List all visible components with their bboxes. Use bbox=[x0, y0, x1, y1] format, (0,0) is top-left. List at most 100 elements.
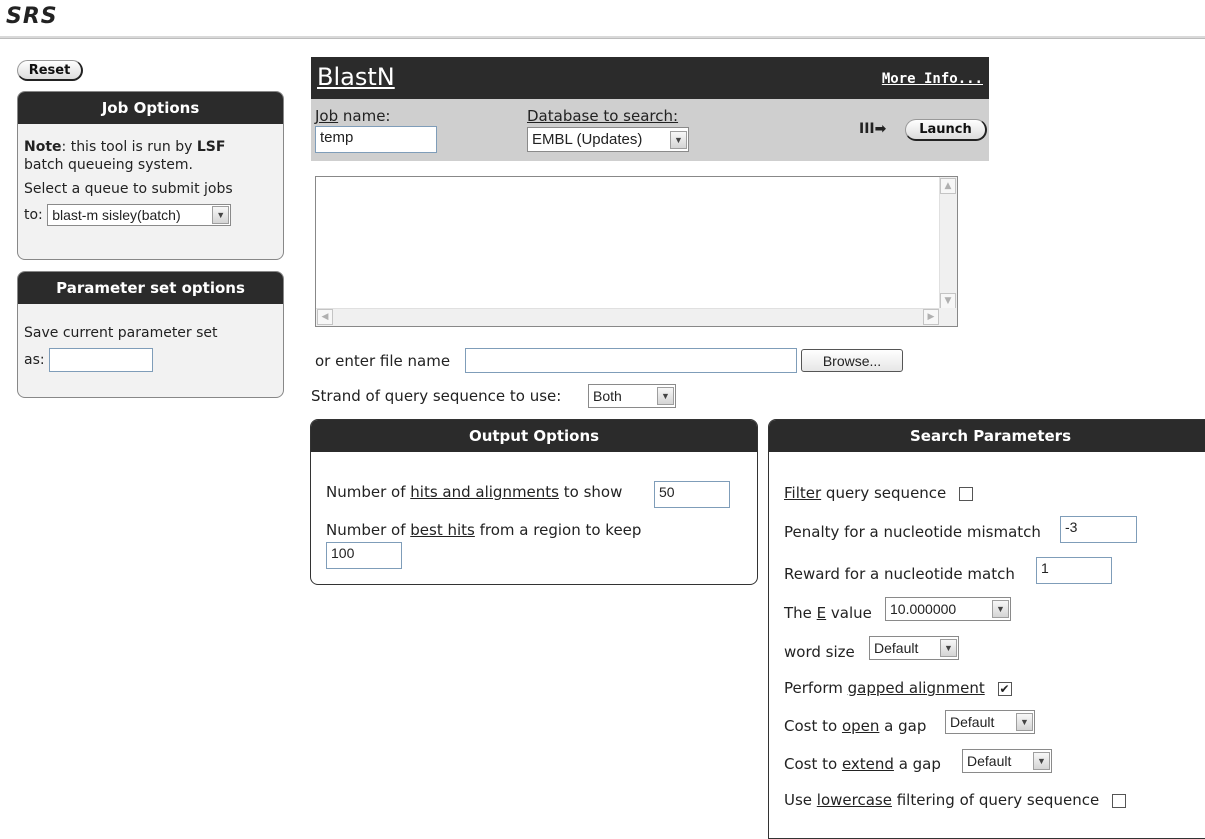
note-text-2: batch queueing system. bbox=[24, 157, 193, 173]
evalue-select-value: 10.000000 bbox=[890, 601, 957, 617]
search-parameters-panel: Search Parameters Filter query sequence … bbox=[768, 419, 1205, 839]
hits-text-post: to show bbox=[559, 483, 623, 501]
database-select[interactable]: EMBL (Updates) ▼ bbox=[527, 127, 689, 152]
srs-logo: SRS bbox=[6, 4, 58, 29]
note-text: : this tool is run by bbox=[61, 139, 197, 155]
job-name-label: Job name: bbox=[315, 107, 391, 125]
filter-row: Filter query sequence bbox=[784, 484, 974, 502]
job-name-label-text: name: bbox=[338, 107, 391, 125]
reward-input[interactable]: 1 bbox=[1036, 557, 1112, 584]
evalue-row: The E value bbox=[784, 604, 872, 622]
best-hits-input[interactable]: 100 bbox=[326, 542, 402, 569]
file-name-label: or enter file name bbox=[315, 352, 451, 370]
queue-instruction: Select a queue to submit jobs bbox=[24, 181, 233, 197]
strand-label: Strand of query sequence to use: bbox=[311, 387, 562, 405]
evalue-link[interactable]: E bbox=[817, 604, 826, 622]
scroll-corner bbox=[939, 308, 957, 326]
evalue-select[interactable]: 10.000000 ▼ bbox=[885, 597, 1011, 621]
note-label: Note bbox=[24, 139, 62, 155]
save-param-text: Save current parameter set bbox=[24, 325, 218, 341]
chevron-down-icon: ▼ bbox=[670, 130, 687, 149]
job-name-input[interactable]: temp bbox=[315, 126, 437, 153]
strand-select[interactable]: Both ▼ bbox=[588, 384, 676, 408]
extend-text-post: a gap bbox=[893, 755, 941, 773]
mismatch-input[interactable]: -3 bbox=[1060, 516, 1137, 543]
reward-label: Reward for a nucleotide match bbox=[784, 565, 1015, 583]
param-set-name-input[interactable] bbox=[49, 348, 154, 372]
browse-button[interactable]: Browse... bbox=[801, 349, 903, 372]
extend-gap-link[interactable]: extend bbox=[842, 755, 894, 773]
evalue-text-post: value bbox=[826, 604, 872, 622]
database-label-link[interactable]: Database to search: bbox=[527, 107, 678, 125]
blastn-job-bar: Job name: temp Database to search: EMBL … bbox=[311, 99, 989, 161]
best-hits-text-post: from a region to keep bbox=[474, 521, 642, 539]
output-options-title: Output Options bbox=[311, 420, 757, 452]
lsf-note: Note: this tool is run by LSF bbox=[24, 138, 277, 156]
chevron-down-icon: ▼ bbox=[940, 639, 957, 657]
word-size-select[interactable]: Default ▼ bbox=[869, 636, 959, 660]
filter-text: query sequence bbox=[821, 484, 947, 502]
textarea-horizontal-scrollbar[interactable]: ◀ ▶ bbox=[316, 308, 940, 326]
lowercase-link[interactable]: lowercase bbox=[817, 791, 892, 809]
launch-arrow-icon: III➡ bbox=[859, 121, 887, 137]
blastn-header: BlastN More Info... bbox=[311, 57, 989, 99]
textarea-vertical-scrollbar[interactable]: ▲ ▼ bbox=[939, 177, 957, 310]
parameter-set-title: Parameter set options bbox=[18, 272, 283, 304]
filter-checkbox[interactable] bbox=[959, 486, 974, 501]
hits-text-pre: Number of bbox=[326, 483, 411, 501]
queue-select-value: blast-m sisley(batch) bbox=[52, 207, 181, 223]
lowercase-checkbox[interactable] bbox=[1111, 793, 1126, 808]
scroll-down-icon[interactable]: ▼ bbox=[940, 293, 956, 309]
chevron-down-icon: ▼ bbox=[1033, 752, 1050, 770]
more-info-link[interactable]: More Info... bbox=[882, 71, 983, 87]
blastn-title-link[interactable]: BlastN bbox=[317, 63, 395, 91]
lowercase-text-post: filtering of query sequence bbox=[891, 791, 1100, 809]
lowercase-text-pre: Use bbox=[784, 791, 817, 809]
best-hits-link[interactable]: best hits bbox=[410, 521, 475, 539]
open-text-pre: Cost to bbox=[784, 717, 842, 735]
as-label: as: bbox=[24, 352, 45, 368]
scroll-left-icon[interactable]: ◀ bbox=[317, 309, 333, 325]
sequence-textarea[interactable]: ▲ ▼ ◀ ▶ bbox=[315, 176, 958, 327]
chevron-down-icon: ▼ bbox=[992, 600, 1009, 618]
parameter-set-panel: Parameter set options Save current param… bbox=[17, 271, 284, 398]
file-name-input[interactable] bbox=[465, 348, 797, 373]
best-hits-row: Number of best hits from a region to kee… bbox=[326, 521, 641, 539]
job-name-link[interactable]: Job bbox=[315, 107, 338, 125]
gapped-alignment-link[interactable]: gapped alignment bbox=[848, 679, 985, 697]
word-size-label: word size bbox=[784, 643, 855, 661]
chevron-down-icon: ▼ bbox=[1016, 713, 1033, 731]
best-hits-text-pre: Number of bbox=[326, 521, 411, 539]
mismatch-label: Penalty for a nucleotide mismatch bbox=[784, 523, 1041, 541]
lowercase-row: Use lowercase filtering of query sequenc… bbox=[784, 791, 1126, 809]
to-label: to: bbox=[24, 207, 43, 223]
search-parameters-title: Search Parameters bbox=[769, 420, 1205, 452]
scroll-right-icon[interactable]: ▶ bbox=[923, 309, 939, 325]
evalue-text-pre: The bbox=[784, 604, 817, 622]
launch-button[interactable]: Launch bbox=[905, 119, 987, 141]
header-divider bbox=[0, 36, 1205, 39]
database-select-value: EMBL (Updates) bbox=[532, 131, 643, 148]
gapped-text-pre: Perform bbox=[784, 679, 848, 697]
word-size-select-value: Default bbox=[874, 640, 919, 656]
open-gap-select[interactable]: Default ▼ bbox=[945, 710, 1035, 734]
open-gap-link[interactable]: open bbox=[842, 717, 879, 735]
hits-row: Number of hits and alignments to show bbox=[326, 483, 622, 501]
note-lsf: LSF bbox=[196, 139, 226, 155]
open-text-post: a gap bbox=[879, 717, 927, 735]
hits-alignments-link[interactable]: hits and alignments bbox=[410, 483, 559, 501]
gapped-checkbox[interactable]: ✔ bbox=[997, 681, 1012, 696]
extend-text-pre: Cost to bbox=[784, 755, 842, 773]
scroll-up-icon[interactable]: ▲ bbox=[940, 178, 956, 194]
chevron-down-icon: ▼ bbox=[212, 206, 230, 224]
hits-input[interactable]: 50 bbox=[654, 481, 730, 508]
extend-gap-row: Cost to extend a gap bbox=[784, 755, 941, 773]
filter-link[interactable]: Filter bbox=[784, 484, 821, 502]
queue-select[interactable]: blast-m sisley(batch) ▼ bbox=[47, 204, 232, 226]
open-gap-row: Cost to open a gap bbox=[784, 717, 926, 735]
open-gap-select-value: Default bbox=[950, 714, 995, 730]
extend-gap-select[interactable]: Default ▼ bbox=[962, 749, 1052, 773]
reset-button[interactable]: Reset bbox=[17, 60, 83, 81]
chevron-down-icon: ▼ bbox=[657, 387, 674, 405]
output-options-panel: Output Options Number of hits and alignm… bbox=[310, 419, 758, 585]
